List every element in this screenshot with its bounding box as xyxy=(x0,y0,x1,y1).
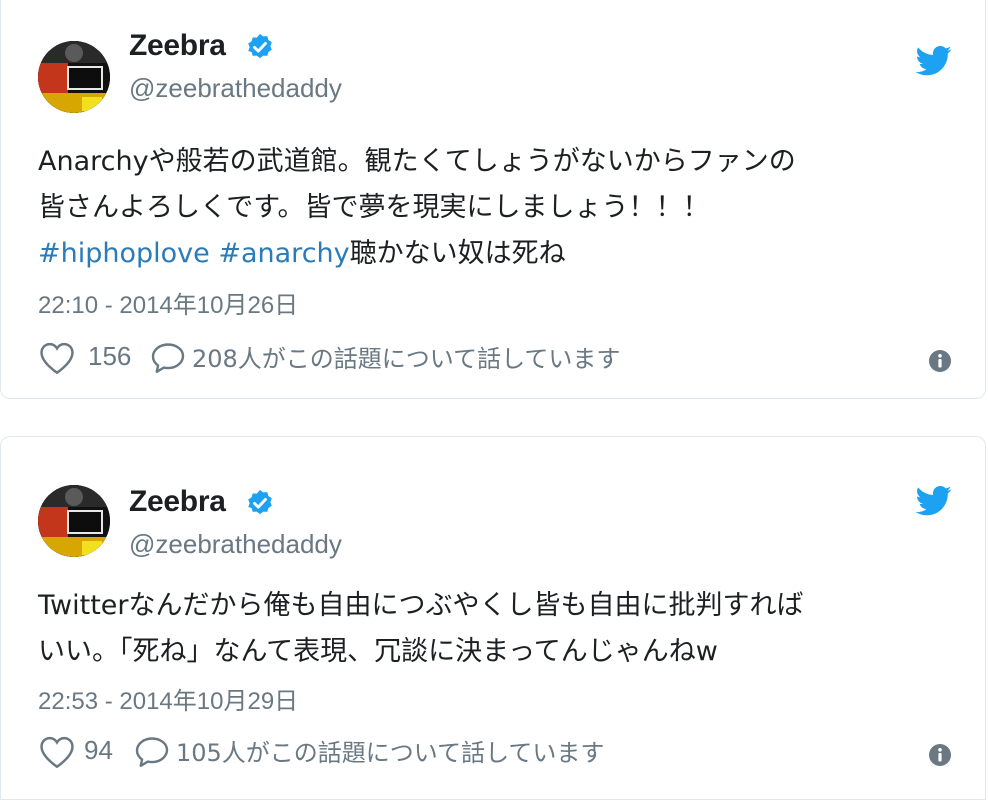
tweet-actions: 94 105人がこの話題について話しています xyxy=(38,733,958,773)
like-count[interactable]: 156 xyxy=(88,341,131,372)
tweet-text-line: #hiphoplove #anarchy聴かない奴は死ね xyxy=(38,231,958,277)
author-name[interactable]: Zeebra xyxy=(129,29,226,63)
tweet-text: Anarchyや般若の武道館。観たくてしょうがないからファンの 皆さんよろしくで… xyxy=(38,139,958,277)
avatar[interactable] xyxy=(38,485,110,557)
tweet-text-line: Twitterなんだから俺も自由につぶやくし皆も自由に批判すれば xyxy=(38,590,804,621)
tweet-text-line: Anarchyや般若の武道館。観たくてしょうがないからファンの xyxy=(38,146,796,177)
reply-count-text[interactable]: 105人がこの話題について話しています xyxy=(176,733,604,768)
timestamp[interactable]: 22:53 - 2014年10月29日 xyxy=(38,681,298,716)
tweet-card: Zeebra @zeebrathedaddy Twitterなんだから俺も自由に… xyxy=(0,436,986,800)
author-name[interactable]: Zeebra xyxy=(129,485,226,519)
hashtag-link[interactable]: #anarchy xyxy=(218,238,349,269)
twitter-bird-icon[interactable] xyxy=(916,486,952,516)
tweet-actions: 156 208人がこの話題について話しています xyxy=(38,339,958,379)
verified-badge-icon xyxy=(248,33,272,59)
tweet-text: Twitterなんだから俺も自由につぶやくし皆も自由に批判すれば いい。「死ね」… xyxy=(38,583,958,675)
info-icon[interactable] xyxy=(928,349,952,373)
timestamp[interactable]: 22:10 - 2014年10月26日 xyxy=(38,285,298,320)
author-handle[interactable]: @zeebrathedaddy xyxy=(129,529,342,560)
hashtag-link[interactable]: #hiphoplove xyxy=(38,238,210,269)
reply-bubble-icon[interactable] xyxy=(134,735,170,769)
tweet-text-line: 皆さんよろしくです。皆で夢を現実にしましょう！！！ xyxy=(38,192,710,223)
twitter-bird-icon[interactable] xyxy=(916,46,952,76)
reply-bubble-icon[interactable] xyxy=(150,341,186,375)
tweet-card: Zeebra @zeebrathedaddy Anarchyや般若の武道館。観た… xyxy=(0,0,986,399)
heart-icon[interactable] xyxy=(38,735,76,769)
heart-icon[interactable] xyxy=(38,341,76,375)
verified-badge-icon xyxy=(248,489,272,515)
tweet-text-line: いい。「死ね」なんて表現、冗談に決まってんじゃんねw xyxy=(38,636,718,667)
author-handle[interactable]: @zeebrathedaddy xyxy=(129,73,342,104)
reply-count-text[interactable]: 208人がこの話題について話しています xyxy=(192,339,620,374)
like-count[interactable]: 94 xyxy=(84,735,113,766)
tweet-text-tail: 聴かない奴は死ね xyxy=(349,238,566,269)
info-icon[interactable] xyxy=(928,743,952,767)
avatar[interactable] xyxy=(38,41,110,113)
